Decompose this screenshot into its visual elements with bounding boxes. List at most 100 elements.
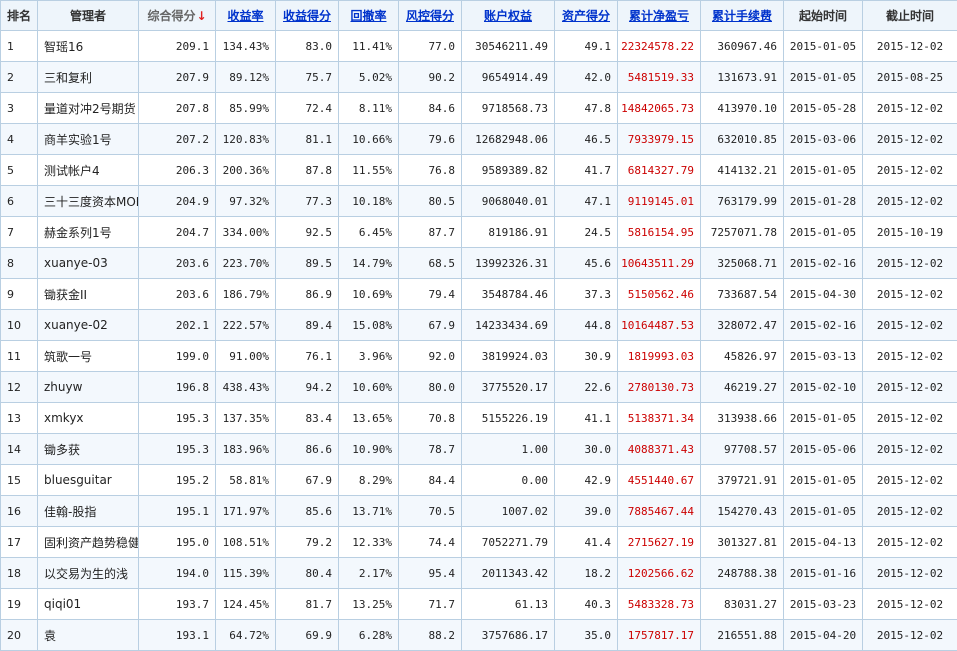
cell-manager: xuanye-02 <box>38 310 139 341</box>
cell-equity: 12682948.06 <box>462 124 555 155</box>
header-risk-score[interactable]: 风控得分 <box>399 1 462 31</box>
table-row: 17固利资产趋势稳健195.0108.51%79.212.33%74.47052… <box>1 527 957 558</box>
cell-asset-score: 22.6 <box>555 372 618 403</box>
cell-drawdown: 10.69% <box>339 279 399 310</box>
header-return-score[interactable]: 收益得分 <box>276 1 339 31</box>
cell-manager: 智瑶16 <box>38 31 139 62</box>
table-row: 6三十三度资本MOM204.997.32%77.310.18%80.590680… <box>1 186 957 217</box>
cell-rank: 13 <box>1 403 38 434</box>
cell-start-date: 2015-03-13 <box>784 341 863 372</box>
cell-rank: 9 <box>1 279 38 310</box>
cell-risk-score: 79.4 <box>399 279 462 310</box>
cell-net-profit: 5150562.46 <box>618 279 701 310</box>
cell-drawdown: 2.17% <box>339 558 399 589</box>
cell-rank: 1 <box>1 31 38 62</box>
cell-net-profit: 4551440.67 <box>618 465 701 496</box>
cell-return-score: 86.6 <box>276 434 339 465</box>
cell-return-rate: 89.12% <box>216 62 276 93</box>
cell-start-date: 2015-01-05 <box>784 155 863 186</box>
cell-start-date: 2015-01-28 <box>784 186 863 217</box>
table-row: 12zhuyw196.8438.43%94.210.60%80.03775520… <box>1 372 957 403</box>
cell-risk-score: 68.5 <box>399 248 462 279</box>
cell-drawdown: 13.25% <box>339 589 399 620</box>
cell-return-rate: 97.32% <box>216 186 276 217</box>
cell-start-date: 2015-01-05 <box>784 496 863 527</box>
cell-return-score: 89.5 <box>276 248 339 279</box>
cell-net-profit: 2715627.19 <box>618 527 701 558</box>
cell-return-rate: 186.79% <box>216 279 276 310</box>
cell-equity: 3548784.46 <box>462 279 555 310</box>
header-equity[interactable]: 账户权益 <box>462 1 555 31</box>
cell-net-profit: 10643511.29 <box>618 248 701 279</box>
cell-asset-score: 41.1 <box>555 403 618 434</box>
header-score-label[interactable]: 综合得分 <box>147 9 195 23</box>
table-row: 4商羊实验1号207.2120.83%81.110.66%79.61268294… <box>1 124 957 155</box>
header-net-profit[interactable]: 累计净盈亏 <box>618 1 701 31</box>
header-start-date: 起始时间 <box>784 1 863 31</box>
cell-end-date: 2015-12-02 <box>863 496 957 527</box>
header-drawdown[interactable]: 回撤率 <box>339 1 399 31</box>
cell-equity: 1.00 <box>462 434 555 465</box>
cell-fees: 248788.38 <box>701 558 784 589</box>
cell-return-score: 94.2 <box>276 372 339 403</box>
cell-net-profit: 7885467.44 <box>618 496 701 527</box>
cell-risk-score: 84.6 <box>399 93 462 124</box>
cell-return-rate: 134.43% <box>216 31 276 62</box>
cell-rank: 17 <box>1 527 38 558</box>
cell-manager: 锄获金II <box>38 279 139 310</box>
cell-risk-score: 87.7 <box>399 217 462 248</box>
cell-fees: 414132.21 <box>701 155 784 186</box>
cell-drawdown: 6.45% <box>339 217 399 248</box>
cell-risk-score: 80.5 <box>399 186 462 217</box>
cell-return-score: 72.4 <box>276 93 339 124</box>
cell-score: 195.3 <box>139 434 216 465</box>
cell-start-date: 2015-01-16 <box>784 558 863 589</box>
table-row: 2三和复利207.989.12%75.75.02%90.29654914.494… <box>1 62 957 93</box>
cell-return-score: 67.9 <box>276 465 339 496</box>
cell-fees: 328072.47 <box>701 310 784 341</box>
header-asset-score[interactable]: 资产得分 <box>555 1 618 31</box>
cell-fees: 413970.10 <box>701 93 784 124</box>
table-row: 10xuanye-02202.1222.57%89.415.08%67.9142… <box>1 310 957 341</box>
cell-start-date: 2015-04-30 <box>784 279 863 310</box>
table-row: 8xuanye-03203.6223.70%89.514.79%68.51399… <box>1 248 957 279</box>
cell-return-rate: 200.36% <box>216 155 276 186</box>
cell-fees: 360967.46 <box>701 31 784 62</box>
cell-equity: 9654914.49 <box>462 62 555 93</box>
header-return-rate[interactable]: 收益率 <box>216 1 276 31</box>
header-fees[interactable]: 累计手续费 <box>701 1 784 31</box>
cell-drawdown: 10.66% <box>339 124 399 155</box>
cell-start-date: 2015-02-16 <box>784 310 863 341</box>
table-row: 13xmkyx195.3137.35%83.413.65%70.85155226… <box>1 403 957 434</box>
cell-drawdown: 13.71% <box>339 496 399 527</box>
cell-net-profit: 2780130.73 <box>618 372 701 403</box>
cell-risk-score: 88.2 <box>399 620 462 651</box>
cell-drawdown: 10.18% <box>339 186 399 217</box>
cell-drawdown: 5.02% <box>339 62 399 93</box>
cell-equity: 61.13 <box>462 589 555 620</box>
cell-manager: bluesguitar <box>38 465 139 496</box>
cell-asset-score: 30.9 <box>555 341 618 372</box>
table-row: 19qiqi01193.7124.45%81.713.25%71.761.134… <box>1 589 957 620</box>
cell-start-date: 2015-01-05 <box>784 403 863 434</box>
cell-return-rate: 91.00% <box>216 341 276 372</box>
cell-drawdown: 8.11% <box>339 93 399 124</box>
cell-net-profit: 10164487.53 <box>618 310 701 341</box>
header-score[interactable]: 综合得分↓ <box>139 1 216 31</box>
cell-start-date: 2015-02-16 <box>784 248 863 279</box>
cell-return-rate: 58.81% <box>216 465 276 496</box>
cell-equity: 13992326.31 <box>462 248 555 279</box>
cell-manager: 锄多获 <box>38 434 139 465</box>
cell-score: 195.1 <box>139 496 216 527</box>
cell-fees: 216551.88 <box>701 620 784 651</box>
cell-return-score: 80.4 <box>276 558 339 589</box>
sort-down-icon[interactable]: ↓ <box>196 9 206 23</box>
cell-return-rate: 334.00% <box>216 217 276 248</box>
cell-return-score: 92.5 <box>276 217 339 248</box>
cell-rank: 15 <box>1 465 38 496</box>
cell-return-score: 86.9 <box>276 279 339 310</box>
cell-asset-score: 45.6 <box>555 248 618 279</box>
cell-asset-score: 46.5 <box>555 124 618 155</box>
cell-return-rate: 120.83% <box>216 124 276 155</box>
cell-return-score: 81.7 <box>276 589 339 620</box>
